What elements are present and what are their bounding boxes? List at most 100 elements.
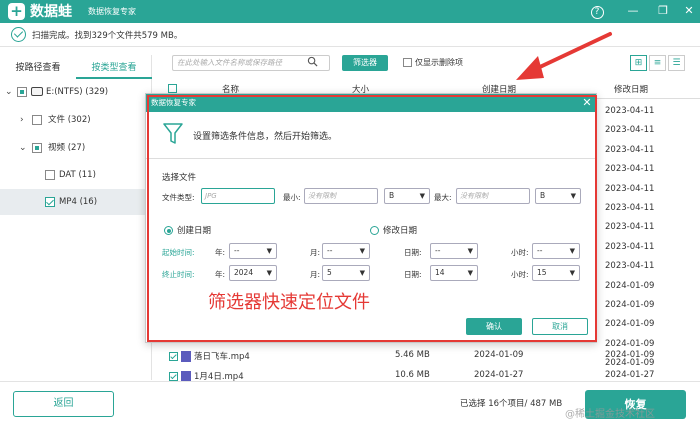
modified-date-cell: 2024-01-09: [605, 300, 655, 310]
search-icon[interactable]: [307, 56, 318, 67]
min-size-input[interactable]: 没有限制: [304, 188, 378, 204]
modified-date-cell: 2024-01-09: [605, 280, 655, 291]
modified-date-cell: 2023-04-11: [605, 144, 655, 155]
select-all-checkbox[interactable]: [168, 84, 177, 93]
file-type-input[interactable]: JPG: [201, 188, 275, 204]
detail-view-icon[interactable]: ☰: [668, 55, 685, 71]
chevron-down-icon: ▼: [359, 247, 365, 255]
app-logo-icon: +: [8, 3, 25, 20]
only-deleted-checkbox[interactable]: [403, 58, 412, 67]
created-date-radio[interactable]: [164, 226, 173, 235]
tree-checkbox[interactable]: [17, 87, 27, 97]
scan-status-text: 扫描完成。找到329个文件共579 MB。: [32, 31, 183, 41]
month-label: 月:: [310, 248, 321, 257]
modified-date-label: 修改日期: [383, 226, 418, 236]
tab-by-type[interactable]: 按类型查看: [76, 59, 152, 79]
grid-view-icon[interactable]: ⊞: [630, 55, 647, 71]
start-hour-select[interactable]: -- ▼: [532, 243, 580, 259]
dialog-close-icon[interactable]: ✕: [578, 94, 596, 112]
minimize-button[interactable]: —: [624, 2, 642, 20]
tree-item-dat[interactable]: DAT (11): [0, 162, 151, 188]
check-circle-icon: [11, 27, 26, 42]
max-size-input[interactable]: 没有限制: [456, 188, 530, 204]
app-subtitle: 数据恢复专家: [88, 7, 136, 16]
chevron-right-icon[interactable]: ›: [20, 107, 24, 133]
start-month-select[interactable]: -- ▼: [322, 243, 370, 259]
chevron-down-icon[interactable]: ⌄: [19, 135, 27, 161]
unit-value: B: [389, 191, 395, 200]
chevron-down-icon: ▼: [419, 192, 425, 200]
close-icon: ✕: [684, 4, 694, 17]
select-value: --: [234, 246, 240, 255]
max-size-unit-select[interactable]: B ▼: [535, 188, 581, 204]
end-month-select[interactable]: 5 ▼: [322, 265, 370, 281]
drive-icon: [31, 87, 43, 96]
sidebar: 按路径查看 按类型查看 ⌄ E:(NTFS) (329) › 文件 (302) …: [0, 55, 152, 380]
modified-date-cell: 2023-04-11: [605, 203, 655, 213]
close-button[interactable]: ✕: [680, 2, 698, 20]
hour-label: 小时:: [511, 248, 529, 257]
tree-item-video[interactable]: ⌄ 视频 (27): [0, 135, 151, 161]
end-day-select[interactable]: 14 ▼: [430, 265, 478, 281]
chevron-down-icon: ▼: [569, 269, 575, 277]
filter-button[interactable]: 筛选器: [342, 55, 388, 71]
file-type-label: 文件类型:: [162, 193, 195, 202]
max-size-label: 最大:: [434, 193, 452, 202]
day-label: 日期:: [404, 248, 422, 257]
tree-checkbox[interactable]: [45, 197, 55, 207]
modified-date-cell: 2023-04-11: [605, 222, 655, 233]
chevron-down-icon: ▼: [569, 247, 575, 255]
select-value: 5: [327, 268, 332, 277]
start-year-select[interactable]: -- ▼: [229, 243, 277, 259]
file-created: 2024-01-27: [474, 370, 524, 380]
created-date-label: 创建日期: [177, 226, 212, 236]
tree-item-drive[interactable]: ⌄ E:(NTFS) (329): [0, 79, 151, 105]
cancel-button[interactable]: 取消: [532, 318, 588, 335]
tree-item-files[interactable]: › 文件 (302): [0, 107, 151, 133]
start-time-label: 起始时间:: [162, 248, 195, 257]
tree-item-mp4[interactable]: MP4 (16): [0, 189, 151, 215]
funnel-icon: [163, 123, 183, 144]
app-name: 数据蛙: [30, 3, 72, 19]
min-size-unit-select[interactable]: B ▼: [384, 188, 430, 204]
chevron-down-icon: ▼: [467, 247, 473, 255]
table-row[interactable]: 落日飞车.mp4 5.46 MB 2024-01-09 2024-01-09: [152, 349, 700, 367]
footer: 返回 已选择 16个项目/ 487 MB 恢复: [0, 381, 700, 427]
row-checkbox[interactable]: [169, 352, 178, 361]
minimize-icon: —: [627, 4, 639, 17]
scan-status-bar: 扫描完成。找到329个文件共579 MB。: [0, 23, 700, 47]
month-label: 月:: [310, 270, 321, 279]
row-checkbox[interactable]: [169, 372, 178, 381]
end-hour-select[interactable]: 15 ▼: [532, 265, 580, 281]
tree-checkbox[interactable]: [32, 143, 42, 153]
chevron-down-icon[interactable]: ⌄: [5, 79, 13, 105]
chevron-down-icon: ▼: [570, 192, 576, 200]
restore-button[interactable]: ❐: [654, 2, 672, 20]
tree-checkbox[interactable]: [45, 170, 55, 180]
modified-date-cell: 2023-04-11: [605, 183, 655, 194]
select-value: 15: [537, 268, 547, 277]
tab-by-path[interactable]: 按路径查看: [0, 59, 76, 79]
select-value: 14: [435, 268, 445, 277]
year-label: 年:: [215, 248, 226, 257]
column-modified-header[interactable]: 修改日期: [614, 83, 648, 95]
modified-date-cell: 2023-04-11: [605, 125, 655, 136]
dialog-title: 数据恢复专家: [146, 94, 596, 112]
end-year-select[interactable]: 2024 ▼: [229, 265, 277, 281]
start-day-select[interactable]: -- ▼: [430, 243, 478, 259]
back-button[interactable]: 返回: [13, 391, 114, 417]
chevron-down-icon: ▼: [467, 269, 473, 277]
file-modified: 2024-01-09: [605, 350, 655, 360]
help-button[interactable]: ?: [588, 2, 606, 20]
select-value: 2024: [234, 268, 254, 277]
tree-checkbox[interactable]: [32, 115, 42, 125]
modified-date-radio[interactable]: [370, 226, 379, 235]
confirm-button[interactable]: 确认: [466, 318, 522, 335]
list-view-icon[interactable]: ≡: [649, 55, 666, 71]
select-value: --: [435, 246, 441, 255]
tree-label: 视频 (27): [48, 143, 86, 153]
file-name: 落日飞车.mp4: [194, 352, 250, 362]
restore-icon: ❐: [658, 4, 668, 17]
chevron-down-icon: ▼: [266, 247, 272, 255]
select-value: --: [327, 246, 333, 255]
